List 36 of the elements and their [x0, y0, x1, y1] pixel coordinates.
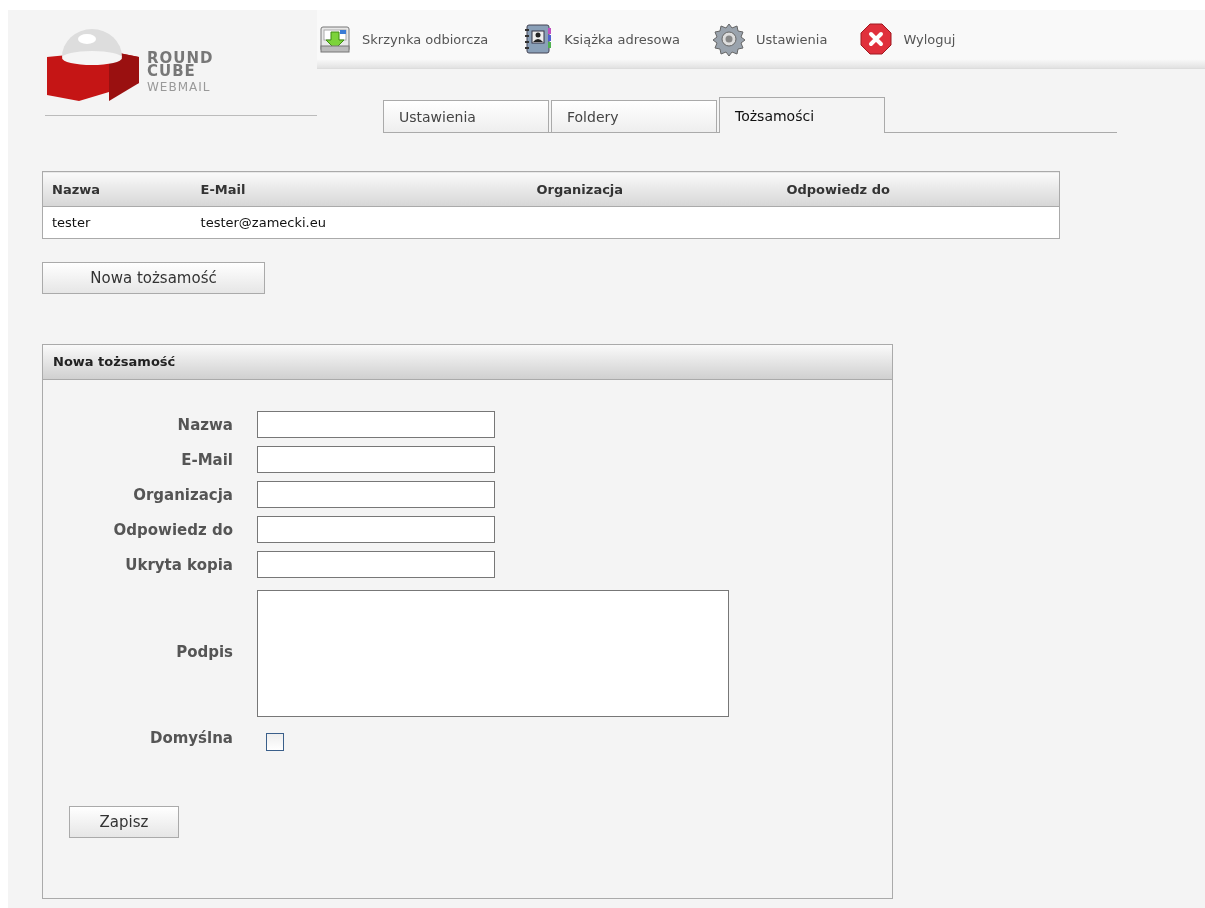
- field-label: Domyślna: [149, 729, 233, 747]
- input-field[interactable]: [257, 481, 495, 508]
- signature-field[interactable]: [257, 590, 729, 717]
- panel-title: Nowa tożsamość: [43, 345, 892, 380]
- close-icon: [859, 22, 894, 56]
- tab[interactable]: Ustawienia: [383, 100, 549, 132]
- column-header: Organizacja: [527, 171, 778, 207]
- field-label: Organizacja: [133, 485, 233, 504]
- field-label: Nazwa: [177, 415, 233, 434]
- nav-link[interactable]: Wyloguj: [859, 22, 956, 56]
- table-cell: tester: [42, 206, 192, 239]
- field-label: Odpowiedz do: [113, 520, 233, 539]
- field-label: E-Mail: [181, 450, 233, 469]
- column-header: Odpowiedz do: [777, 171, 1060, 207]
- nav-link[interactable]: Książka adresowa: [520, 22, 680, 56]
- field-label: Podpis: [176, 642, 233, 661]
- logo-text: WEBMAIL: [147, 81, 212, 94]
- column-header: E-Mail: [191, 171, 528, 207]
- gear-icon: [712, 22, 746, 56]
- new-identity-button[interactable]: Nowa tożsamość: [42, 262, 265, 294]
- input-field[interactable]: [257, 516, 495, 543]
- tab[interactable]: Tożsamości: [719, 97, 885, 133]
- save-button[interactable]: Zapisz: [69, 806, 179, 838]
- nav-link[interactable]: Skrzynka odbiorcza: [318, 22, 489, 56]
- field-label: Ukryta kopia: [125, 555, 233, 574]
- logo-text: CUBE: [147, 65, 196, 78]
- tab[interactable]: Foldery: [551, 100, 717, 132]
- input-field[interactable]: [257, 411, 495, 438]
- logo-text: ROUND: [147, 52, 214, 65]
- column-header: Nazwa: [42, 171, 192, 207]
- input-field[interactable]: [257, 446, 495, 473]
- table-cell: tester@zamecki.eu: [191, 206, 528, 239]
- checkbox[interactable]: [266, 733, 284, 751]
- input-field[interactable]: [257, 551, 495, 578]
- nav-link[interactable]: Ustawienia: [712, 22, 828, 56]
- table-row[interactable]: tester tester@zamecki.eu: [42, 206, 1060, 239]
